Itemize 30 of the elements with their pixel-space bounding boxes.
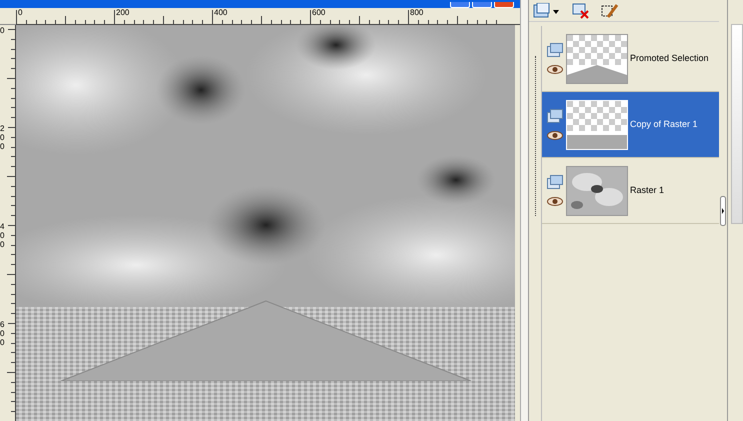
ruler-label: 200 [0,125,8,152]
ruler-label: 400 [214,8,228,17]
layers-dropdown-icon[interactable] [533,2,561,18]
layer-name: Copy of Raster 1 [630,118,698,131]
eye-icon[interactable] [547,65,563,74]
vertical-scrollbar[interactable] [520,0,528,421]
layer-row[interactable]: Copy of Raster 1 [542,92,719,158]
ruler-label: 600 [312,8,326,17]
layer-name: Promoted Selection [630,52,709,65]
layer-type-icon [547,109,563,123]
delete-layer-icon[interactable] [571,2,591,18]
ruler-label: 400 [0,223,8,250]
eye-icon[interactable] [547,197,563,206]
layer-name: Raster 1 [630,184,664,197]
eye-icon[interactable] [547,131,563,140]
brush-icon[interactable] [601,2,619,18]
maximize-button[interactable] [472,2,492,8]
panel-collapse-icon[interactable] [720,196,726,226]
ruler-label: 0 [18,8,24,17]
layer-thumbnail [566,34,628,84]
close-button[interactable] [494,2,514,8]
layer-thumbnail [566,166,628,216]
layer-type-icon [547,175,563,189]
ruler-label: 0 [0,27,8,36]
layer-thumbnail [566,100,628,150]
layer-type-icon [547,43,563,57]
minimize-button[interactable] [450,2,470,8]
ruler-label: 600 [0,321,8,348]
ruler-label: 800 [410,8,424,17]
ruler-label: 200 [116,8,130,17]
